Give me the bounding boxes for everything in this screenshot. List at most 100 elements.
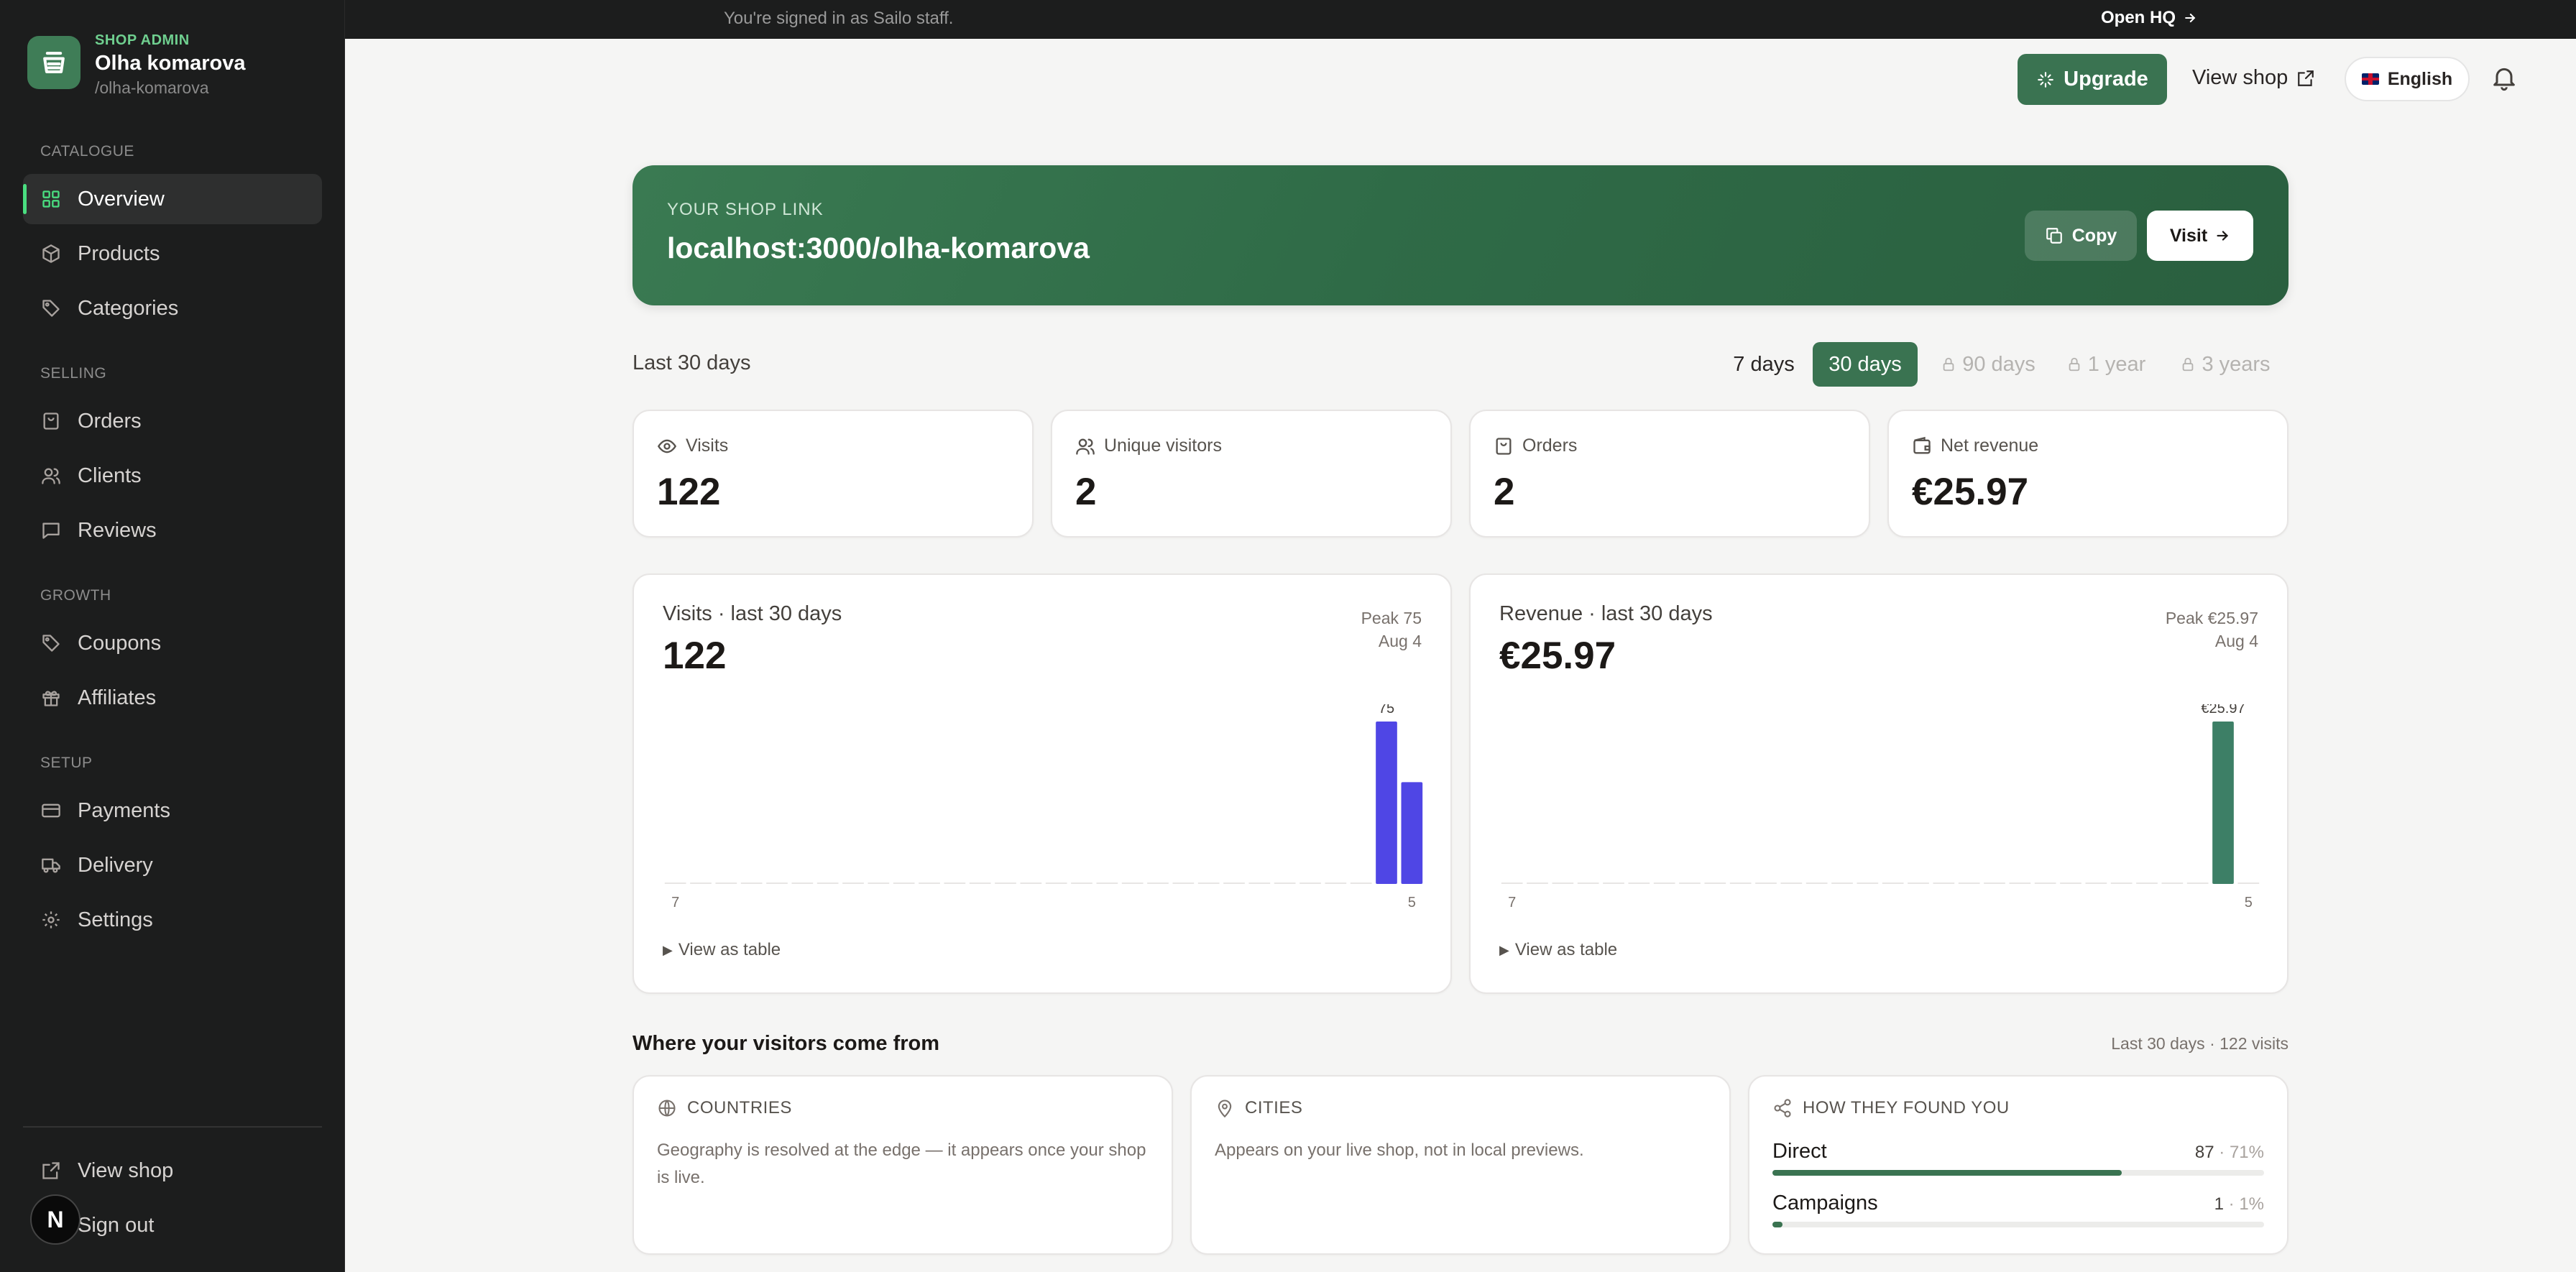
sidebar-item-categories[interactable]: Categories	[23, 283, 322, 333]
chart-baseline-tick	[1933, 882, 1955, 884]
sidebar-item-coupons[interactable]: Coupons	[23, 618, 322, 668]
sparkle-icon	[2038, 71, 2054, 88]
sidebar-item-label: Settings	[78, 908, 153, 931]
sidebar-item-orders[interactable]: Orders	[23, 396, 322, 446]
chart-baseline-tick	[1274, 882, 1296, 884]
chart-baseline-tick	[1908, 882, 1929, 884]
chart-baseline-tick	[1501, 882, 1523, 884]
chart-baseline-tick	[893, 882, 915, 884]
sources-title: HOW THEY FOUND YOU	[1803, 1098, 2010, 1117]
staff-banner: You're signed in as Sailo staff. Open HQ	[345, 0, 2576, 39]
users-icon	[40, 465, 62, 487]
chart-peak: Peak €25.97 Aug 4	[2166, 607, 2258, 653]
range-90-days[interactable]: 90 days	[1931, 342, 2046, 387]
sidebar-item-clients[interactable]: Clients	[23, 451, 322, 501]
visit-shop-button[interactable]: Visit	[2147, 211, 2253, 261]
source-name: Direct	[1772, 1140, 1827, 1163]
upgrade-button[interactable]: Upgrade	[2018, 54, 2167, 105]
x-axis-start-label: 7	[671, 895, 679, 911]
card-icon	[40, 800, 62, 821]
chart-peak-value: Peak €25.97	[2165, 609, 2258, 627]
chart-bar[interactable]	[2212, 722, 2234, 884]
sidebar-item-reviews[interactable]: Reviews	[23, 505, 322, 556]
range-option-label: 30 days	[1828, 352, 1902, 376]
view-as-table-toggle[interactable]: ▶ View as table	[663, 940, 781, 960]
x-axis-start-label: 7	[1508, 895, 1516, 911]
stat-value: 122	[657, 471, 721, 513]
chart-baseline-tick	[1350, 882, 1372, 884]
source-bar-track	[1772, 1222, 2264, 1227]
sidebar-item-delivery[interactable]: Delivery	[23, 840, 322, 890]
chart-baseline-tick	[1071, 882, 1092, 884]
countries-card: COUNTRIES Geography is resolved at the e…	[632, 1075, 1173, 1255]
bar-value-label: 75	[1379, 704, 1394, 716]
sidebar-item-settings[interactable]: Settings	[23, 895, 322, 945]
stat-value: 2	[1075, 471, 1097, 513]
chart-bar[interactable]	[1401, 782, 1423, 884]
visits-bar-chart: 75 7 5	[664, 704, 1423, 911]
grid-icon	[40, 188, 62, 210]
external-link-icon	[2298, 70, 2314, 86]
chart-baseline-tick	[1603, 882, 1624, 884]
x-axis-end-label: 5	[2245, 895, 2253, 911]
chart-baseline-tick	[2186, 882, 2209, 884]
source-name: Campaigns	[1772, 1192, 1878, 1215]
source-row-direct: Direct 87 · 71%	[1772, 1140, 2264, 1176]
shop-logo-icon	[27, 36, 80, 89]
sidebar-item-label: Coupons	[78, 631, 162, 655]
box-icon	[40, 243, 62, 264]
range-7-days[interactable]: 7 days	[1724, 342, 1804, 387]
sidebar-item-label: Payments	[78, 798, 170, 822]
bell-icon[interactable]	[2490, 63, 2518, 96]
gift-icon	[40, 687, 62, 709]
lock-icon	[1943, 357, 1954, 372]
range-option-label: 3 years	[2202, 352, 2271, 376]
stat-label: Visits	[686, 435, 729, 456]
sidebar-item-overview[interactable]: Overview	[23, 174, 322, 224]
chart-title: Visits · last 30 days	[663, 602, 842, 625]
view-as-table-toggle[interactable]: ▶ View as table	[1499, 940, 1617, 960]
chart-baseline-tick	[1755, 882, 1777, 884]
chart-baseline-tick	[1857, 882, 1879, 884]
sidebar-item-products[interactable]: Products	[23, 229, 322, 279]
language-select[interactable]: English	[2345, 57, 2470, 101]
source-bar-track	[1772, 1170, 2264, 1176]
cities-title: CITIES	[1245, 1098, 1303, 1117]
sidebar-view-shop[interactable]: View shop	[23, 1146, 322, 1196]
chart-baseline-tick	[1552, 882, 1574, 884]
chart-bar[interactable]	[1376, 722, 1397, 884]
sidebar-item-affiliates[interactable]: Affiliates	[23, 673, 322, 723]
stat-value: 2	[1494, 471, 1515, 513]
wallet-icon	[1913, 436, 1931, 453]
shop-slug: /olha-komarova	[95, 78, 209, 97]
range-3-years[interactable]: 3 years	[2175, 342, 2276, 387]
bar-value-label: €25.97	[2201, 704, 2245, 716]
stat-label: Net revenue	[1941, 435, 2039, 456]
view-as-table-label: View as table	[1514, 940, 1618, 959]
range-30-days[interactable]: 30 days	[1813, 342, 1918, 387]
chart-baseline-tick	[1147, 882, 1169, 884]
share-icon	[1774, 1099, 1791, 1117]
chart-baseline-tick	[1248, 882, 1271, 884]
chart-baseline-tick	[1679, 882, 1701, 884]
chart-baseline-tick	[1780, 882, 1803, 884]
chart-baseline-tick	[1197, 882, 1220, 884]
view-shop-link[interactable]: View shop	[2192, 66, 2315, 90]
sidebar-item-label: Affiliates	[78, 686, 157, 709]
chart-baseline-tick	[766, 882, 788, 884]
x-axis-end-label: 5	[1408, 895, 1416, 911]
chart-baseline-tick	[715, 882, 737, 884]
dev-badge[interactable]: N	[30, 1194, 80, 1245]
chart-baseline-tick	[842, 882, 864, 884]
stat-card-net-revenue: Net revenue €25.97	[1887, 410, 2288, 538]
caret-right-icon: ▶	[1499, 942, 1509, 957]
chart-peak: Peak 75 Aug 4	[1361, 607, 1422, 653]
sidebar-item-payments[interactable]: Payments	[23, 785, 322, 836]
copy-link-button[interactable]: Copy	[2025, 211, 2137, 261]
range-1-year[interactable]: 1 year	[2063, 342, 2149, 387]
arrow-right-icon	[2185, 13, 2196, 23]
chart-baseline-tick	[1577, 882, 1599, 884]
open-hq-link[interactable]: Open HQ	[2101, 8, 2197, 28]
stat-card-orders: Orders 2	[1469, 410, 1870, 538]
nav-section-selling: SELLING	[40, 365, 107, 382]
